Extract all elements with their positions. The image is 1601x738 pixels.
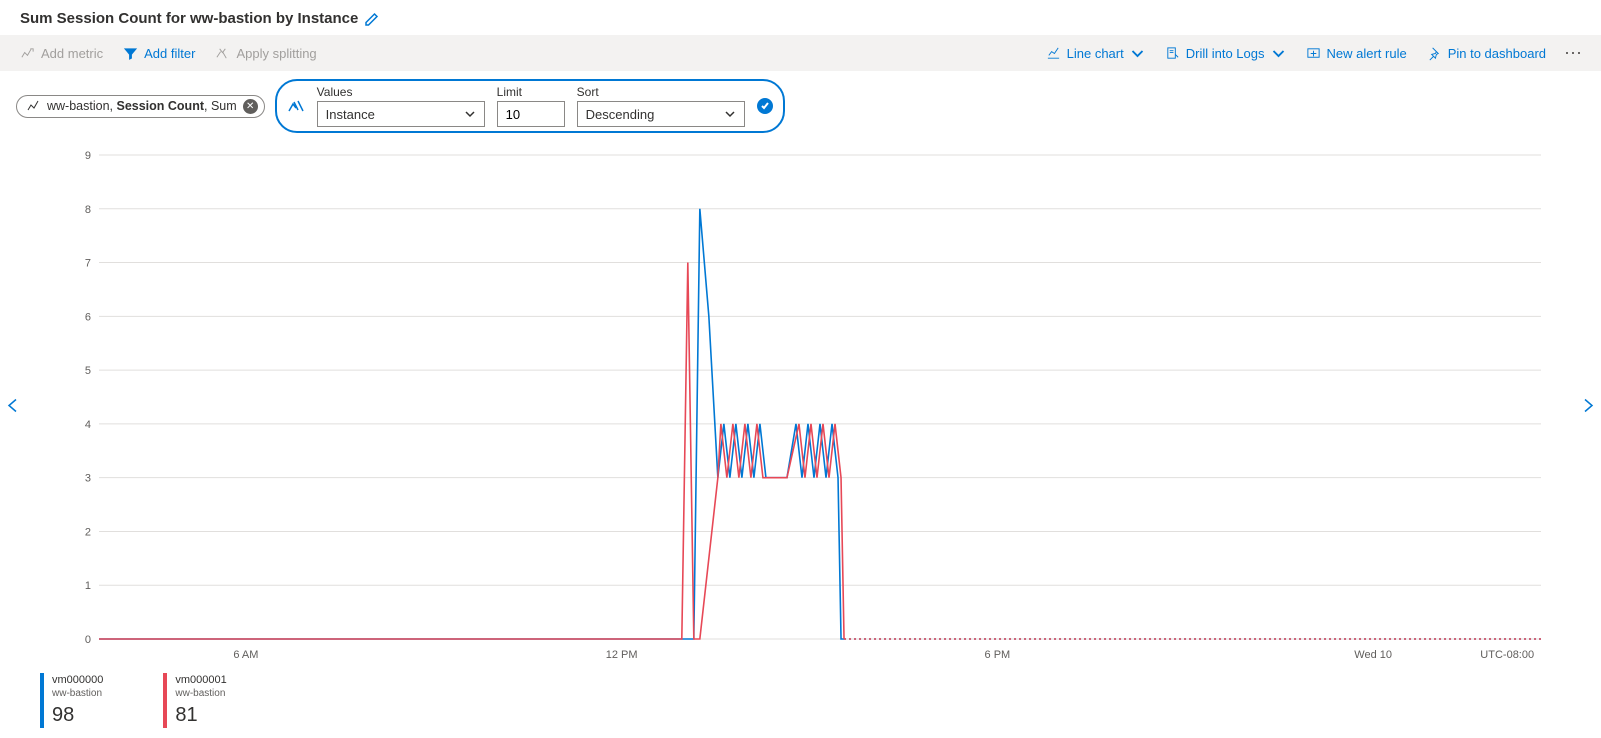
svg-text:7: 7 bbox=[84, 258, 90, 270]
next-timerange-button[interactable] bbox=[1579, 397, 1597, 418]
legend-instance: vm000000 bbox=[52, 673, 103, 687]
x-tick-label: 6 PM bbox=[985, 649, 1011, 661]
line-chart-icon bbox=[1046, 46, 1061, 61]
sort-select[interactable]: Descending bbox=[577, 101, 745, 127]
svg-text:4: 4 bbox=[84, 419, 90, 431]
metrics-line-chart: 0 1 2 3 4 5 6 7 8 9 bbox=[41, 147, 1561, 647]
legend-item[interactable]: vm000001ww-bastion 81 bbox=[163, 673, 226, 728]
drill-logs-dropdown[interactable]: Drill into Logs bbox=[1157, 42, 1294, 65]
edit-title-icon[interactable] bbox=[364, 11, 380, 27]
legend-instance: vm000001 bbox=[175, 673, 226, 687]
legend-resource: ww-bastion bbox=[175, 687, 226, 700]
limit-label: Limit bbox=[497, 85, 565, 99]
pin-icon bbox=[1427, 46, 1442, 61]
chevron-down-icon bbox=[1271, 46, 1286, 61]
prev-timerange-button[interactable] bbox=[4, 397, 22, 418]
svg-text:2: 2 bbox=[84, 526, 90, 538]
svg-text:1: 1 bbox=[84, 580, 90, 592]
apply-split-button[interactable] bbox=[757, 98, 773, 114]
add-filter-button[interactable]: Add filter bbox=[115, 42, 203, 65]
values-select[interactable]: Instance bbox=[317, 101, 485, 127]
chevron-down-icon bbox=[464, 108, 476, 120]
values-label: Values bbox=[317, 85, 485, 99]
legend-total: 81 bbox=[175, 702, 226, 728]
timezone-label: UTC-08:00 bbox=[1480, 649, 1534, 661]
legend-item[interactable]: vm000000ww-bastion 98 bbox=[40, 673, 103, 728]
logs-icon bbox=[1165, 46, 1180, 61]
sort-label: Sort bbox=[577, 85, 745, 99]
x-tick-label: 12 PM bbox=[606, 649, 638, 661]
page-title: Sum Session Count for ww-bastion by Inst… bbox=[20, 10, 358, 27]
svg-text:3: 3 bbox=[84, 473, 90, 485]
svg-text:8: 8 bbox=[84, 204, 90, 216]
svg-text:5: 5 bbox=[84, 365, 90, 377]
alert-icon bbox=[1306, 46, 1321, 61]
chevron-down-icon bbox=[724, 108, 736, 120]
new-alert-button[interactable]: New alert rule bbox=[1298, 42, 1415, 65]
svg-text:0: 0 bbox=[84, 634, 90, 646]
split-icon bbox=[215, 46, 230, 61]
chart-legend: vm000000ww-bastion98vm000001ww-bastion81 bbox=[0, 667, 1601, 738]
chevron-down-icon bbox=[1130, 46, 1145, 61]
x-tick-label: Wed 10 bbox=[1354, 649, 1392, 661]
split-series-icon bbox=[287, 97, 305, 115]
metric-chip[interactable]: ww-bastion, Session Count, Sum ✕ bbox=[16, 95, 265, 118]
chart-toolbar: Add metric Add filter Apply splitting Li… bbox=[0, 35, 1601, 71]
pin-button[interactable]: Pin to dashboard bbox=[1419, 42, 1554, 65]
legend-total: 98 bbox=[52, 702, 103, 728]
metric-icon bbox=[27, 99, 41, 113]
check-icon bbox=[760, 101, 770, 111]
x-tick-label: 6 AM bbox=[233, 649, 258, 661]
chart-type-dropdown[interactable]: Line chart bbox=[1038, 42, 1153, 65]
add-metric-button[interactable]: Add metric bbox=[12, 42, 111, 65]
add-metric-icon bbox=[20, 46, 35, 61]
filter-icon bbox=[123, 46, 138, 61]
svg-text:9: 9 bbox=[84, 150, 90, 162]
split-config: Values Instance Limit Sort Descending bbox=[275, 79, 785, 133]
legend-resource: ww-bastion bbox=[52, 687, 103, 700]
remove-metric-icon[interactable]: ✕ bbox=[243, 99, 258, 114]
more-menu-button[interactable]: ⋯ bbox=[1558, 43, 1589, 64]
svg-text:6: 6 bbox=[84, 311, 90, 323]
x-axis-labels: UTC-08:00 6 AM 12 PM 6 PM Wed 10 bbox=[58, 649, 1561, 667]
apply-splitting-button[interactable]: Apply splitting bbox=[207, 42, 324, 65]
limit-input[interactable] bbox=[497, 101, 565, 127]
